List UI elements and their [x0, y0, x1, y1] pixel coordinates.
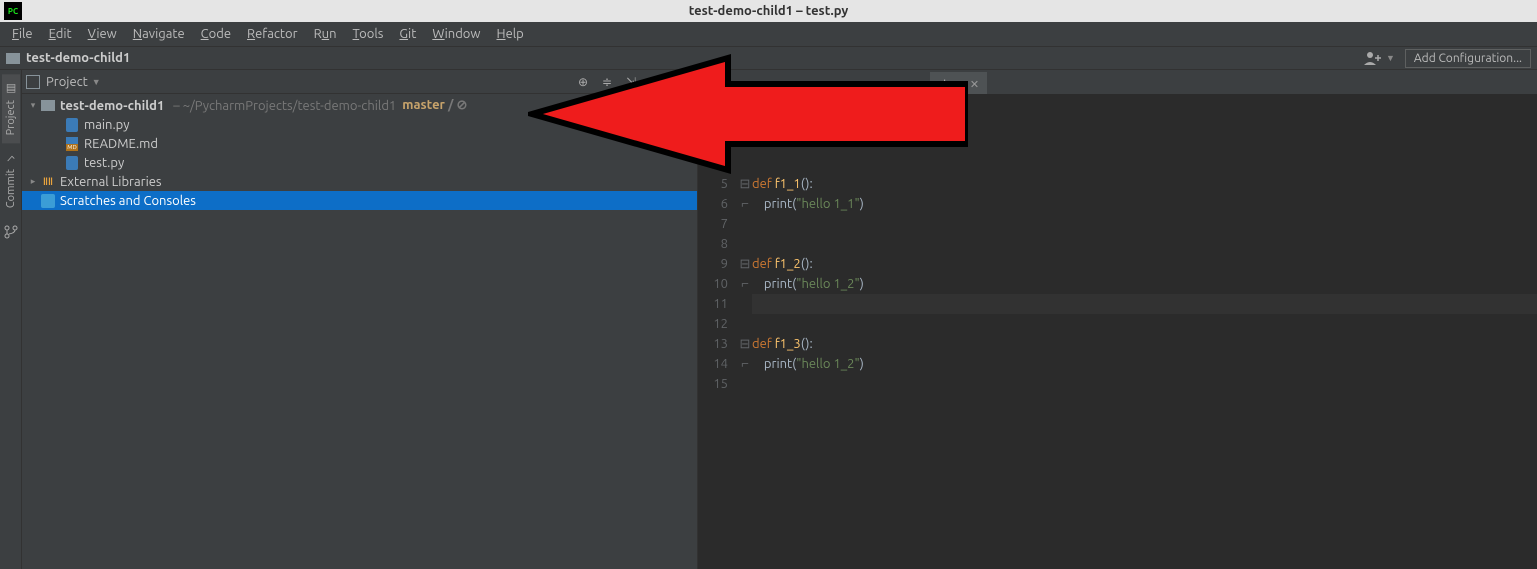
editor-area: st.py ✕ 456789101112131415 ⊟⌐⊟⌐⊟⌐ def f1…: [698, 70, 1537, 569]
folder-icon: [6, 53, 20, 64]
breadcrumb-project[interactable]: test-demo-child1: [26, 51, 130, 65]
tree-file-main-py[interactable]: main.py: [22, 115, 697, 134]
menu-view[interactable]: View: [82, 25, 123, 43]
expand-arrow-icon[interactable]: ▸: [26, 176, 40, 187]
scratches-icon: [41, 194, 55, 208]
window-title: test-demo-child1 – test.py: [689, 4, 849, 18]
menu-window[interactable]: Window: [426, 25, 486, 43]
editor-tab-label: st.py: [938, 78, 964, 91]
project-panel-header: Project ▼ ⊕ ≑ ⇲ ⚙ —: [22, 70, 697, 94]
panel-settings-icon[interactable]: ⚙: [643, 72, 667, 92]
menu-run[interactable]: Run: [308, 25, 343, 43]
menu-git[interactable]: Git: [393, 25, 422, 43]
toolwindow-tab-commit[interactable]: Commit ✓: [2, 143, 20, 216]
toolwindow-tab-project[interactable]: Project ▤: [2, 74, 20, 143]
account-icon[interactable]: [1360, 49, 1386, 67]
tree-project-root[interactable]: ▾ test-demo-child1 – ~/PycharmProjects/t…: [22, 96, 697, 115]
tree-file-test-py[interactable]: test.py: [22, 153, 697, 172]
main-menu: File Edit View Navigate Code Refactor Ru…: [0, 22, 1537, 46]
markdown-file-icon: [66, 137, 78, 151]
editor-tabs: st.py ✕: [698, 70, 1537, 94]
menu-navigate[interactable]: Navigate: [127, 25, 191, 43]
project-view-label[interactable]: Project: [46, 75, 88, 89]
hide-panel-icon[interactable]: —: [667, 72, 691, 92]
close-tab-icon[interactable]: ✕: [970, 78, 979, 91]
tree-external-libraries[interactable]: ▸ ‖‖ External Libraries: [22, 172, 697, 191]
add-configuration-button[interactable]: Add Configuration...: [1405, 49, 1531, 68]
tree-file-readme-md[interactable]: README.md: [22, 134, 697, 153]
expand-arrow-icon[interactable]: ▾: [26, 100, 40, 111]
code-editor[interactable]: 456789101112131415 ⊟⌐⊟⌐⊟⌐ def f1_1(): pr…: [698, 94, 1537, 569]
collapse-all-icon[interactable]: ⇲: [619, 72, 643, 92]
folder-icon: [41, 100, 55, 111]
library-icon: ‖‖: [40, 174, 56, 190]
project-icon: ▤: [4, 82, 18, 96]
select-opened-file-icon[interactable]: ⊕: [571, 72, 595, 92]
commit-icon: ✓: [4, 151, 18, 165]
navigation-bar: test-demo-child1 ▼ Add Configuration...: [0, 46, 1537, 70]
menu-edit[interactable]: Edit: [43, 25, 78, 43]
menu-code[interactable]: Code: [195, 25, 237, 43]
git-branch-icon[interactable]: [4, 225, 18, 239]
project-tool-window: Project ▼ ⊕ ≑ ⇲ ⚙ — ▾ test-demo-child1 –…: [22, 70, 698, 569]
menu-tools[interactable]: Tools: [347, 25, 390, 43]
menu-help[interactable]: Help: [491, 25, 530, 43]
window-titlebar: PC test-demo-child1 – test.py: [0, 0, 1537, 22]
menu-refactor[interactable]: Refactor: [241, 25, 304, 43]
editor-tab-test-py[interactable]: st.py ✕: [930, 72, 987, 94]
line-number-gutter: 456789101112131415: [698, 154, 738, 569]
tree-scratches-and-consoles[interactable]: Scratches and Consoles: [22, 191, 697, 210]
menu-file[interactable]: File: [6, 25, 39, 43]
left-toolwindow-strip: Project ▤ Commit ✓: [0, 70, 22, 569]
project-tree[interactable]: ▾ test-demo-child1 – ~/PycharmProjects/t…: [22, 94, 697, 569]
expand-all-icon[interactable]: ≑: [595, 72, 619, 92]
pycharm-app-icon: PC: [4, 2, 22, 20]
dropdown-icon[interactable]: ▼: [1386, 53, 1395, 63]
python-file-icon: [66, 118, 78, 132]
python-file-icon: [66, 156, 78, 170]
project-view-dropdown-icon[interactable]: ▼: [92, 77, 101, 87]
fold-gutter: ⊟⌐⊟⌐⊟⌐: [738, 154, 752, 569]
project-view-icon: [26, 75, 40, 89]
